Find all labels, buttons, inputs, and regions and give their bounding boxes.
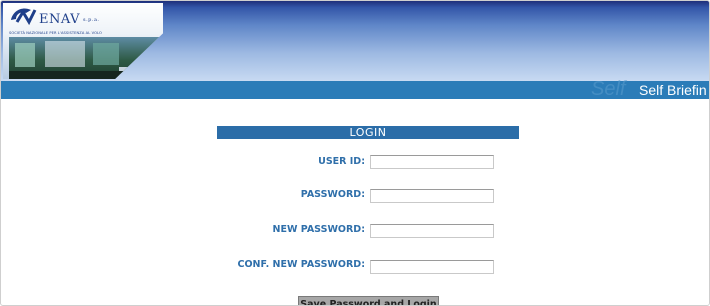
brand-name: ENAV s.p.a. (39, 12, 100, 27)
new-password-input[interactable] (370, 224, 494, 238)
user-id-label: USER ID: (318, 156, 365, 167)
top-banner: ENAV s.p.a. SOCIETÀ NAZIONALE PER L'ASSIS… (1, 1, 709, 81)
save-password-and-login-button[interactable]: Save Password and Login (298, 296, 439, 305)
self-watermark: Self (591, 78, 626, 100)
conf-new-password-label: CONF. NEW PASSWORD: (237, 259, 366, 270)
user-id-input[interactable] (370, 155, 494, 169)
page-title: Self Briefin (639, 82, 707, 98)
new-password-label: NEW PASSWORD: (272, 224, 365, 235)
logo-area: ENAV s.p.a. SOCIETÀ NAZIONALE PER L'ASSIS… (3, 3, 163, 79)
control-room-image (9, 37, 159, 79)
user-id-row: USER ID: (201, 155, 365, 171)
page-frame: ENAV s.p.a. SOCIETÀ NAZIONALE PER L'ASSIS… (0, 0, 710, 306)
password-row: PASSWORD: (201, 188, 365, 204)
enav-logo-icon (11, 8, 37, 26)
new-password-row: NEW PASSWORD: (201, 223, 365, 239)
conf-new-password-row: CONF. NEW PASSWORD: (201, 258, 366, 274)
login-header: LOGIN (217, 126, 519, 139)
brand-tagline: SOCIETÀ NAZIONALE PER L'ASSISTENZA AL VO… (9, 31, 102, 35)
title-bar: Self Self Briefin (1, 78, 709, 100)
conf-new-password-input[interactable] (370, 260, 494, 274)
password-label: PASSWORD: (300, 189, 365, 200)
password-input[interactable] (370, 189, 494, 203)
